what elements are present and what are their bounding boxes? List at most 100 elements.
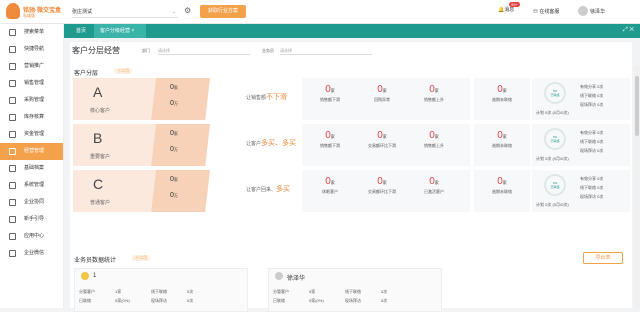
stat-label: 交易额环比下滑: [368, 189, 396, 194]
sidebar-item-sales[interactable]: 销售管理: [0, 75, 63, 92]
purchase-icon: [9, 97, 16, 104]
people-icon: [9, 199, 16, 206]
scrollbar-thumb[interactable]: [635, 76, 639, 136]
tier-letter: C: [93, 176, 104, 192]
tab-customer-tiers[interactable]: 客户分级经营 ×: [94, 24, 146, 38]
sidebar-item-apps[interactable]: 应用中心: [0, 228, 63, 245]
store-selector[interactable]: 张庄测试 ⌄: [72, 6, 178, 18]
sidebar-item-archives[interactable]: 基础档案: [0, 160, 63, 177]
stat-value: 0次: [381, 289, 388, 294]
dept-select[interactable]: 请选择: [158, 46, 250, 55]
headset-icon: ☏: [533, 9, 539, 15]
sidebar-item-search-menu[interactable]: 搜索菜单: [0, 24, 63, 41]
brand-logo: [6, 3, 20, 19]
stat-value[interactable]: 0家: [309, 287, 345, 296]
stat-sales-down[interactable]: 0家 销售额下滑: [310, 84, 350, 103]
sidebar-item-label: 快捷导航: [24, 46, 45, 52]
compass-icon: [9, 46, 16, 53]
salesman-select[interactable]: 请选择: [280, 46, 372, 55]
contact-ring: 0% 已联络: [544, 82, 566, 104]
industry-solution-button[interactable]: 获取行业方案: [200, 5, 246, 18]
stat-unit: 家: [330, 134, 335, 139]
stat-overdue[interactable]: 0家 逾期未联络: [482, 84, 522, 103]
ring-label: 已联络: [550, 185, 560, 189]
tier-letter: A: [93, 84, 103, 100]
stat-value: 0次: [187, 298, 194, 303]
count-unit: 家: [173, 85, 178, 90]
stat-activated[interactable]: 0家 已激活客户: [414, 176, 454, 195]
sidebar-item-label: 新手引导: [24, 216, 45, 222]
stat-unit: 家: [434, 180, 439, 185]
month-tag: 十二月: [114, 68, 132, 74]
share-count: 有效分享 0次: [580, 84, 604, 89]
pitch-highlight: 不下滑: [266, 94, 288, 101]
tier-count[interactable]: 0家: [170, 130, 178, 137]
sidebar-item-quick-nav[interactable]: 快捷导航: [0, 41, 63, 58]
stat-sales-up[interactable]: 0家 销售额上升: [414, 84, 454, 103]
online-service-button[interactable]: ☏ 在线客服: [533, 8, 559, 15]
tab-home[interactable]: 首页: [70, 24, 92, 38]
ring-label: 已联络: [550, 139, 560, 143]
stat-overdue[interactable]: 0家 逾期未联络: [482, 130, 522, 149]
salesman-label: 业务员: [262, 48, 274, 53]
sidebar-item-inventory[interactable]: 库存核算: [0, 109, 63, 126]
tier-desc: 普通客户: [90, 200, 111, 206]
sidebar-item-guide[interactable]: 新手引导: [0, 211, 63, 228]
stat-value[interactable]: 0家(0%): [115, 296, 151, 305]
sidebar-item-label: 系统管理: [24, 182, 45, 188]
sidebar-item-funds[interactable]: 资金管理: [0, 126, 63, 143]
stat-mom-down[interactable]: 0家 交易额环比下滑: [362, 130, 402, 149]
contact-ring: 0% 已联络: [544, 128, 566, 150]
stat-unit: 家: [502, 134, 507, 139]
close-icon[interactable]: ✕: [629, 27, 634, 33]
plan-text: 计划 0次 (0月/0次): [536, 202, 569, 207]
salesman-card[interactable]: 徐泽华 分管客户 0家 线下联络 0次 已联络 0家(0%) 现场拜访 0次: [268, 268, 442, 312]
gear-icon[interactable]: ⚙: [184, 6, 191, 15]
salesman-card[interactable]: 1 分管客户 1家 线下联络 0次 已联络 0家(0%) 现场拜访 0次: [74, 268, 248, 312]
tier-count[interactable]: 0家: [170, 84, 178, 91]
stat-sales-up[interactable]: 0家 销售额上升: [414, 130, 454, 149]
visit-count: 现场拜访 0次: [580, 102, 604, 107]
sidebar-item-system[interactable]: 系统管理: [0, 177, 63, 194]
count-unit: 家: [173, 177, 178, 182]
sidebar-item-purchase[interactable]: 采购管理: [0, 92, 63, 109]
export-button[interactable]: 导出表: [583, 252, 623, 264]
sidebar-item-collab[interactable]: 企业协同: [0, 194, 63, 211]
stat-label: 休眠客户: [322, 189, 338, 194]
salesman-stats: 分管客户 1家 线下联络 0次 已联络 0家(0%) 现场拜访 0次: [79, 287, 193, 305]
tier-funnel: [151, 170, 210, 212]
stat-unit: 家: [382, 180, 387, 185]
sidebar-item-label: 企业协同: [24, 199, 45, 205]
message-button[interactable]: 🔔消息: [498, 6, 514, 13]
stat-repurchase[interactable]: 0家 回购异常: [362, 84, 402, 103]
fullscreen-icon[interactable]: ⤢: [623, 27, 628, 33]
stat-sales-down[interactable]: 0家 销售额下滑: [310, 130, 350, 149]
sidebar-item-operations[interactable]: 经营管理: [0, 143, 63, 160]
stat-label: 销售额下滑: [320, 143, 340, 148]
sidebar-item-label: 采购管理: [24, 97, 45, 103]
plan-text: 计划 0次 (0月/0次): [536, 110, 569, 115]
stat-dormant[interactable]: 0家 休眠客户: [310, 176, 350, 195]
stat-mom-down[interactable]: 0家 交易额环比下滑: [362, 176, 402, 195]
offline-count: 线下联络 0次: [580, 139, 604, 144]
main-area: 首页 客户分级经营 × ⤢ ✕ 客户分层经营 部门 请选择 业务员 请选择 客户…: [64, 24, 640, 312]
sidebar-item-marketing[interactable]: 营销推广: [0, 58, 63, 75]
stat-value[interactable]: 1家: [115, 287, 151, 296]
stat-label: 现场拜访: [151, 298, 167, 303]
dept-label: 部门: [142, 48, 150, 53]
stat-label: 逾期未联络: [492, 143, 512, 148]
scrollbar[interactable]: [634, 66, 640, 308]
stat-unit: 家: [502, 180, 507, 185]
tier-count[interactable]: 0家: [170, 176, 178, 183]
salesman-name: 徐泽华: [287, 276, 306, 282]
sidebar-item-label: 基础档案: [24, 165, 45, 171]
avatar[interactable]: [578, 6, 588, 16]
stat-value[interactable]: 0家(0%): [309, 296, 345, 305]
stat-label: 现场拜访: [345, 298, 361, 303]
stat-overdue[interactable]: 0家 逾期未联络: [482, 176, 522, 195]
username[interactable]: 徐泽华: [590, 8, 605, 15]
sidebar-item-wecom[interactable]: 企业微信: [0, 245, 63, 262]
sidebar-item-label: 搜索菜单: [24, 29, 45, 35]
close-icon[interactable]: ×: [131, 28, 134, 34]
stat-unit: 家: [434, 88, 439, 93]
